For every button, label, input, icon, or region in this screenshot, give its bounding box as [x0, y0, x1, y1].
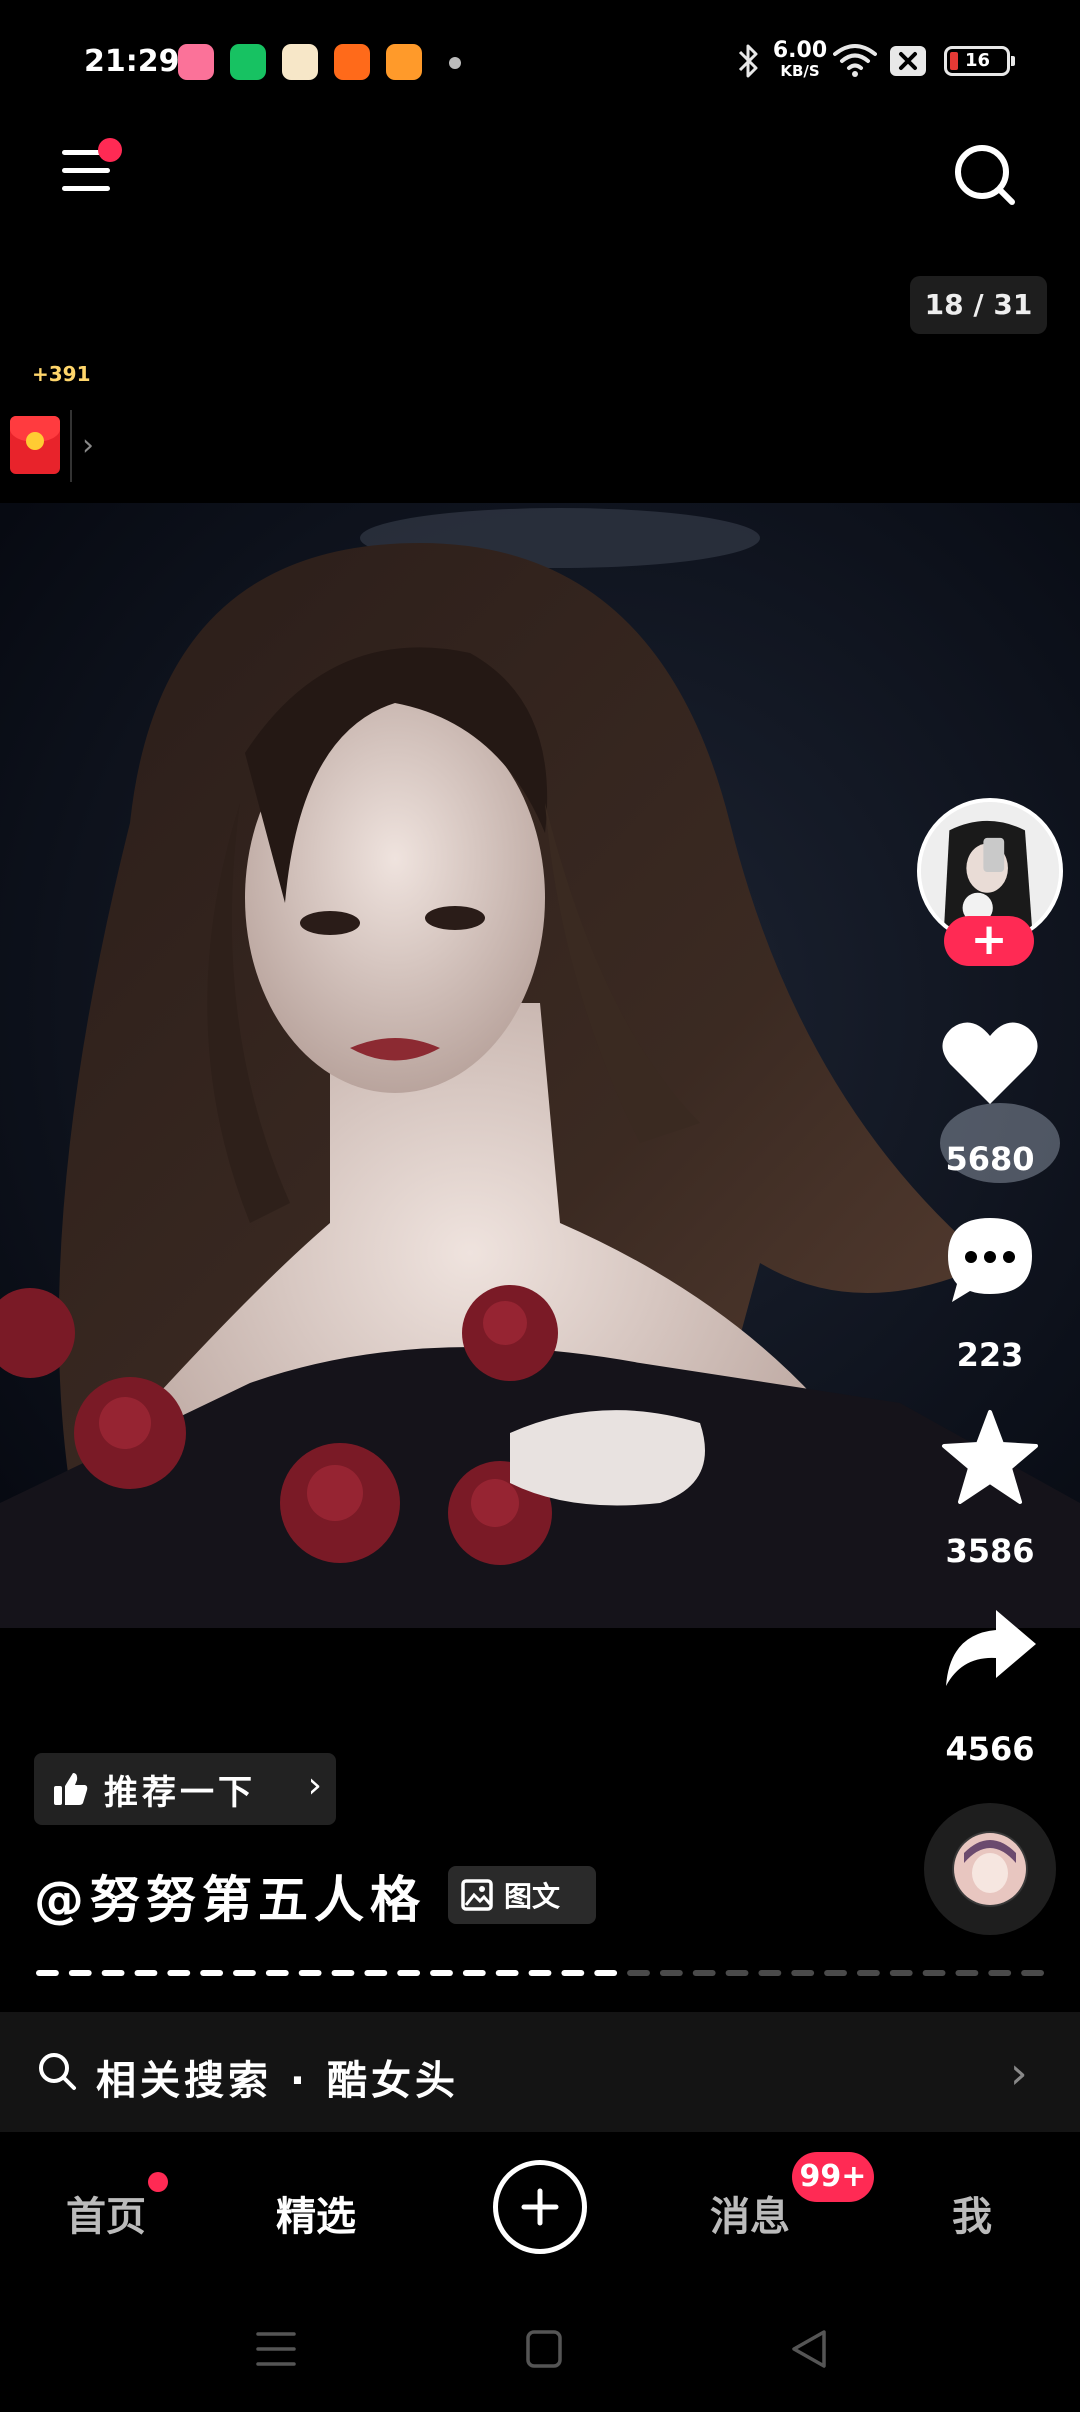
red-packet-icon [26, 432, 44, 450]
red-packet-button[interactable] [10, 416, 60, 474]
like-button[interactable] [930, 1018, 1050, 1108]
progress-segment [725, 1970, 749, 1976]
recommend-button[interactable]: 推荐一下 › [34, 1753, 336, 1825]
progress-segment [627, 1970, 650, 1976]
divider [70, 410, 72, 482]
plus-icon [521, 2188, 559, 2226]
search-icon [39, 2053, 76, 2090]
battery-app-icon [230, 44, 266, 80]
status-bar: 21:29 6.00 KB/S 16 [0, 0, 1080, 125]
progress-segment [462, 1970, 486, 1976]
progress-segment [856, 1970, 880, 1976]
progress-segment [561, 1970, 585, 1976]
search-button[interactable] [950, 140, 1020, 210]
chevron-right-icon: › [307, 1765, 322, 1806]
wifi-icon [833, 44, 877, 77]
status-time: 21:29 [84, 44, 180, 79]
progress-segment [430, 1970, 453, 1976]
nav-home[interactable]: 首页 [66, 2184, 146, 2242]
image-progress-bar [36, 1970, 1044, 1976]
progress-segment [692, 1970, 716, 1976]
shopping-app-icon [334, 44, 370, 80]
progress-segment [68, 1970, 92, 1976]
progress-segment [824, 1970, 847, 1976]
star-icon [942, 1410, 1038, 1504]
image-text-tag: 图文 [448, 1866, 596, 1924]
battery-fill [950, 52, 958, 70]
share-count: 4566 [945, 1730, 1035, 1768]
progress-segment [200, 1970, 224, 1976]
comment-icon [948, 1218, 1032, 1302]
progress-segment [528, 1970, 552, 1976]
related-search-label: 相关搜索 · 酷女头 [96, 2058, 460, 2104]
progress-segment [167, 1970, 191, 1976]
messages-badge: 99+ [792, 2152, 874, 2202]
progress-segment [988, 1970, 1012, 1976]
share-arrow-icon [946, 1610, 1036, 1686]
progress-segment [1021, 1970, 1044, 1976]
home-square-icon[interactable] [520, 2326, 568, 2372]
heart-icon [942, 1022, 1038, 1104]
progress-segment [233, 1970, 256, 1976]
progress-segment [134, 1970, 158, 1976]
progress-segment [331, 1970, 355, 1976]
bilibili-app-icon [178, 44, 214, 80]
comment-button[interactable] [930, 1212, 1050, 1306]
favorite-count: 3586 [945, 1532, 1035, 1570]
progress-segment [298, 1970, 322, 1976]
portrait-photo [0, 503, 1080, 1628]
progress-segment [364, 1970, 388, 1976]
home-notification-dot [148, 2172, 168, 2192]
orange-app-icon [282, 44, 318, 80]
progress-segment [265, 1970, 289, 1976]
related-search-bar[interactable]: 相关搜索 · 酷女头 › [0, 2012, 1080, 2132]
like-count: 5680 [945, 1140, 1035, 1178]
sim-icon [890, 46, 926, 76]
coin-count: +391 [32, 362, 91, 386]
image-icon [461, 1879, 493, 1911]
recent-apps-icon[interactable] [252, 2326, 300, 2372]
progress-segment [791, 1970, 815, 1976]
network-speed: 6.00 KB/S [772, 38, 828, 80]
share-button[interactable] [930, 1604, 1050, 1694]
thumbs-up-icon [54, 1773, 88, 1805]
favorite-button[interactable] [930, 1408, 1050, 1504]
progress-segment [659, 1970, 683, 1976]
battery-indicator: 16 [944, 46, 1015, 76]
video-app-icon [386, 44, 422, 80]
progress-segment [36, 1970, 59, 1976]
bluetooth-icon [738, 44, 758, 78]
recommend-label: 推荐一下 [104, 1772, 256, 1813]
progress-segment [955, 1970, 979, 1976]
progress-segment [397, 1970, 421, 1976]
menu-notification-dot [98, 138, 122, 162]
progress-segment [922, 1970, 946, 1976]
author-name[interactable]: @努努第五人格 [34, 1860, 426, 1932]
progress-segment [594, 1970, 618, 1976]
nav-messages[interactable]: 消息 [710, 2184, 790, 2242]
progress-segment [101, 1970, 125, 1976]
expand-chevron-icon[interactable]: › [82, 428, 94, 463]
music-cover [954, 1833, 1026, 1905]
progress-segment [495, 1970, 519, 1976]
back-triangle-icon[interactable] [786, 2326, 834, 2372]
follow-button[interactable]: + [944, 916, 1034, 966]
progress-segment [758, 1970, 782, 1976]
progress-segment [889, 1970, 913, 1976]
nav-featured[interactable]: 精选 [276, 2184, 356, 2242]
create-post-button[interactable] [493, 2160, 587, 2254]
music-disc-button[interactable] [924, 1803, 1056, 1935]
comment-count: 223 [956, 1336, 1024, 1374]
chevron-right-icon: › [1010, 2048, 1028, 2099]
post-image[interactable] [0, 503, 1080, 1628]
more-notifications-icon [449, 57, 461, 69]
nav-me[interactable]: 我 [952, 2184, 992, 2242]
image-page-counter: 18 / 31 [910, 276, 1047, 334]
